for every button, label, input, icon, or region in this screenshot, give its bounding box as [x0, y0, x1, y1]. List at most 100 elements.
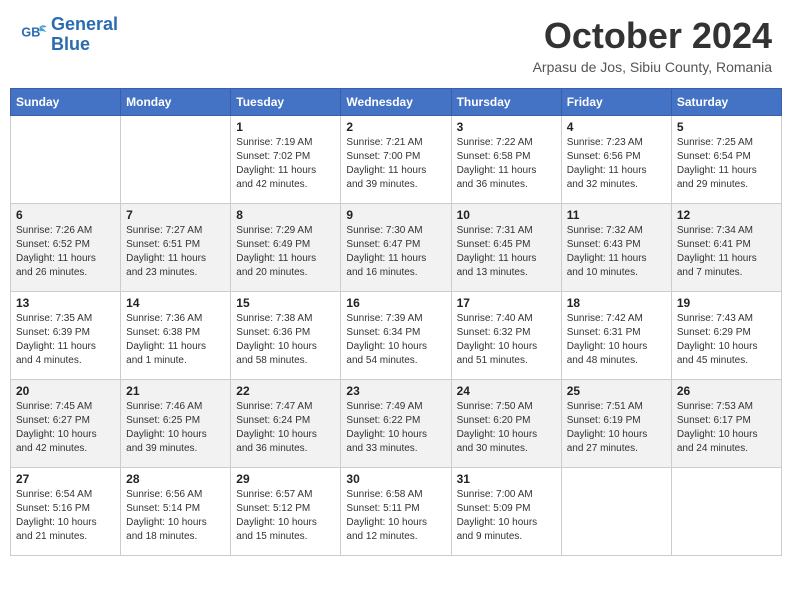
weekday-header: Tuesday — [231, 89, 341, 116]
calendar-day-cell: 20 Sunrise: 7:45 AM Sunset: 6:27 PM Dayli… — [11, 380, 121, 468]
day-info: Sunrise: 7:43 AM Sunset: 6:29 PM Dayligh… — [677, 312, 776, 368]
calendar-day-cell: 22 Sunrise: 7:47 AM Sunset: 6:24 PM Dayli… — [231, 380, 341, 468]
calendar-day-cell: 17 Sunrise: 7:40 AM Sunset: 6:32 PM Dayli… — [451, 292, 561, 380]
day-info: Sunrise: 7:27 AM Sunset: 6:51 PM Dayligh… — [126, 224, 225, 280]
weekday-header: Sunday — [11, 89, 121, 116]
day-info: Sunrise: 7:36 AM Sunset: 6:38 PM Dayligh… — [126, 312, 225, 368]
calendar-day-cell: 2 Sunrise: 7:21 AM Sunset: 7:00 PM Daylig… — [341, 116, 451, 204]
day-info: Sunrise: 7:51 AM Sunset: 6:19 PM Dayligh… — [567, 400, 666, 456]
logo-line1: General — [51, 15, 118, 35]
logo-line2: Blue — [51, 35, 118, 55]
day-number: 23 — [346, 384, 445, 398]
title-area: October 2024 Arpasu de Jos, Sibiu County… — [533, 15, 772, 75]
calendar-day-cell — [11, 116, 121, 204]
svg-text:G: G — [21, 25, 31, 39]
day-info: Sunrise: 7:29 AM Sunset: 6:49 PM Dayligh… — [236, 224, 335, 280]
day-info: Sunrise: 7:47 AM Sunset: 6:24 PM Dayligh… — [236, 400, 335, 456]
day-info: Sunrise: 7:45 AM Sunset: 6:27 PM Dayligh… — [16, 400, 115, 456]
page-header: G B General Blue October 2024 Arpasu de … — [10, 10, 782, 80]
day-info: Sunrise: 7:39 AM Sunset: 6:34 PM Dayligh… — [346, 312, 445, 368]
day-number: 21 — [126, 384, 225, 398]
day-number: 17 — [457, 296, 556, 310]
logo: G B General Blue — [20, 15, 118, 55]
day-info: Sunrise: 7:32 AM Sunset: 6:43 PM Dayligh… — [567, 224, 666, 280]
calendar-day-cell: 19 Sunrise: 7:43 AM Sunset: 6:29 PM Dayli… — [671, 292, 781, 380]
day-number: 27 — [16, 472, 115, 486]
day-info: Sunrise: 7:50 AM Sunset: 6:20 PM Dayligh… — [457, 400, 556, 456]
day-number: 30 — [346, 472, 445, 486]
calendar-week-row: 1Sunrise: 7:19 AM Sunset: 7:02 PM Daylig… — [11, 116, 782, 204]
day-info: Sunrise: 7:53 AM Sunset: 6:17 PM Dayligh… — [677, 400, 776, 456]
day-number: 22 — [236, 384, 335, 398]
day-number: 31 — [457, 472, 556, 486]
day-number: 13 — [16, 296, 115, 310]
calendar-day-cell: 30 Sunrise: 6:58 AM Sunset: 5:11 PM Dayli… — [341, 468, 451, 556]
weekday-header: Monday — [121, 89, 231, 116]
calendar-day-cell: 9 Sunrise: 7:30 AM Sunset: 6:47 PM Daylig… — [341, 204, 451, 292]
calendar-day-cell: 1Sunrise: 7:19 AM Sunset: 7:02 PM Daylig… — [231, 116, 341, 204]
day-number: 11 — [567, 208, 666, 222]
calendar-day-cell: 26Sunrise: 7:53 AM Sunset: 6:17 PM Dayli… — [671, 380, 781, 468]
day-number: 29 — [236, 472, 335, 486]
svg-text:B: B — [31, 25, 40, 39]
day-info: Sunrise: 6:58 AM Sunset: 5:11 PM Dayligh… — [346, 488, 445, 544]
day-info: Sunrise: 7:34 AM Sunset: 6:41 PM Dayligh… — [677, 224, 776, 280]
calendar-day-cell: 15Sunrise: 7:38 AM Sunset: 6:36 PM Dayli… — [231, 292, 341, 380]
calendar-day-cell: 31 Sunrise: 7:00 AM Sunset: 5:09 PM Dayli… — [451, 468, 561, 556]
calendar-day-cell: 10Sunrise: 7:31 AM Sunset: 6:45 PM Dayli… — [451, 204, 561, 292]
calendar-day-cell: 12 Sunrise: 7:34 AM Sunset: 6:41 PM Dayli… — [671, 204, 781, 292]
day-info: Sunrise: 7:26 AM Sunset: 6:52 PM Dayligh… — [16, 224, 115, 280]
day-info: Sunrise: 7:49 AM Sunset: 6:22 PM Dayligh… — [346, 400, 445, 456]
day-number: 2 — [346, 120, 445, 134]
day-number: 19 — [677, 296, 776, 310]
day-number: 14 — [126, 296, 225, 310]
day-number: 12 — [677, 208, 776, 222]
calendar-week-row: 20 Sunrise: 7:45 AM Sunset: 6:27 PM Dayli… — [11, 380, 782, 468]
logo-icon: G B — [20, 21, 48, 49]
day-info: Sunrise: 7:21 AM Sunset: 7:00 PM Dayligh… — [346, 136, 445, 192]
day-info: Sunrise: 6:56 AM Sunset: 5:14 PM Dayligh… — [126, 488, 225, 544]
day-number: 20 — [16, 384, 115, 398]
day-number: 24 — [457, 384, 556, 398]
day-info: Sunrise: 6:54 AM Sunset: 5:16 PM Dayligh… — [16, 488, 115, 544]
day-number: 16 — [346, 296, 445, 310]
month-title: October 2024 — [533, 15, 772, 57]
calendar-day-cell — [561, 468, 671, 556]
day-info: Sunrise: 7:25 AM Sunset: 6:54 PM Dayligh… — [677, 136, 776, 192]
day-info: Sunrise: 7:30 AM Sunset: 6:47 PM Dayligh… — [346, 224, 445, 280]
day-number: 4 — [567, 120, 666, 134]
day-info: Sunrise: 7:00 AM Sunset: 5:09 PM Dayligh… — [457, 488, 556, 544]
calendar-day-cell: 6 Sunrise: 7:26 AM Sunset: 6:52 PM Daylig… — [11, 204, 121, 292]
weekday-header: Saturday — [671, 89, 781, 116]
calendar-day-cell — [671, 468, 781, 556]
calendar-day-cell: 11 Sunrise: 7:32 AM Sunset: 6:43 PM Dayli… — [561, 204, 671, 292]
day-number: 8 — [236, 208, 335, 222]
day-info: Sunrise: 7:35 AM Sunset: 6:39 PM Dayligh… — [16, 312, 115, 368]
day-info: Sunrise: 7:19 AM Sunset: 7:02 PM Dayligh… — [236, 136, 335, 192]
day-number: 7 — [126, 208, 225, 222]
weekday-header: Thursday — [451, 89, 561, 116]
day-number: 28 — [126, 472, 225, 486]
calendar-day-cell: 27 Sunrise: 6:54 AM Sunset: 5:16 PM Dayli… — [11, 468, 121, 556]
calendar-header-row: SundayMondayTuesdayWednesdayThursdayFrid… — [11, 89, 782, 116]
weekday-header: Friday — [561, 89, 671, 116]
day-number: 25 — [567, 384, 666, 398]
calendar-day-cell: 14 Sunrise: 7:36 AM Sunset: 6:38 PM Dayli… — [121, 292, 231, 380]
calendar-day-cell: 8 Sunrise: 7:29 AM Sunset: 6:49 PM Daylig… — [231, 204, 341, 292]
day-number: 6 — [16, 208, 115, 222]
location-subtitle: Arpasu de Jos, Sibiu County, Romania — [533, 59, 772, 75]
calendar-day-cell: 25 Sunrise: 7:51 AM Sunset: 6:19 PM Dayli… — [561, 380, 671, 468]
weekday-header: Wednesday — [341, 89, 451, 116]
day-number: 3 — [457, 120, 556, 134]
day-info: Sunrise: 6:57 AM Sunset: 5:12 PM Dayligh… — [236, 488, 335, 544]
calendar-table: SundayMondayTuesdayWednesdayThursdayFrid… — [10, 88, 782, 556]
day-info: Sunrise: 7:40 AM Sunset: 6:32 PM Dayligh… — [457, 312, 556, 368]
calendar-day-cell: 28 Sunrise: 6:56 AM Sunset: 5:14 PM Dayli… — [121, 468, 231, 556]
calendar-day-cell — [121, 116, 231, 204]
calendar-day-cell: 13 Sunrise: 7:35 AM Sunset: 6:39 PM Dayli… — [11, 292, 121, 380]
day-info: Sunrise: 7:42 AM Sunset: 6:31 PM Dayligh… — [567, 312, 666, 368]
calendar-day-cell: 18Sunrise: 7:42 AM Sunset: 6:31 PM Dayli… — [561, 292, 671, 380]
calendar-day-cell: 3Sunrise: 7:22 AM Sunset: 6:58 PM Daylig… — [451, 116, 561, 204]
day-number: 15 — [236, 296, 335, 310]
day-number: 9 — [346, 208, 445, 222]
